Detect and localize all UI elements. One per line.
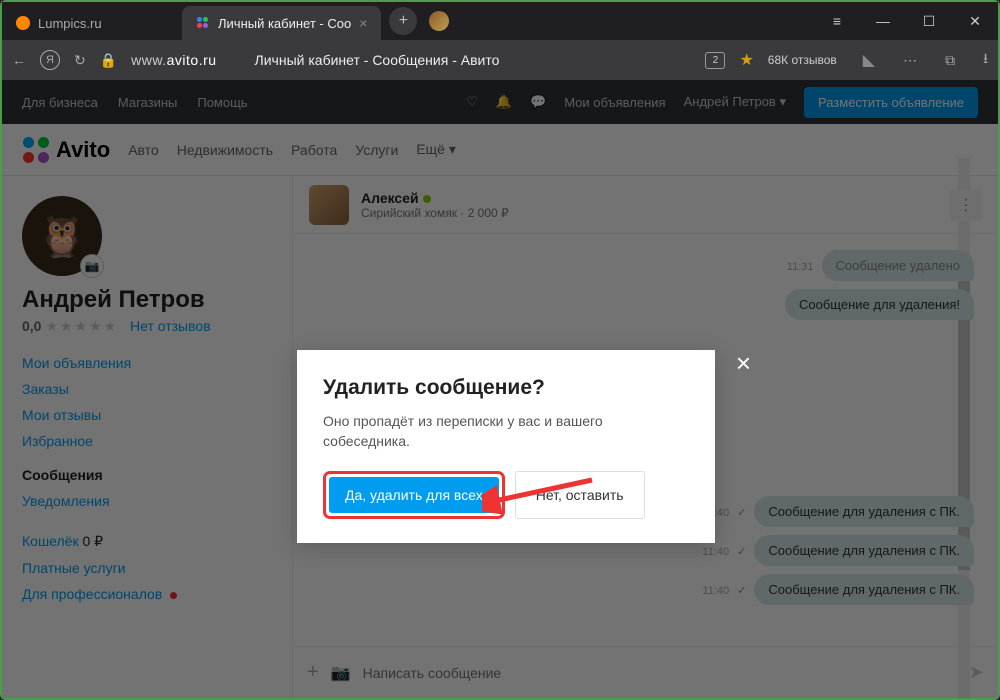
menu-icon[interactable]: ≡ — [814, 2, 860, 40]
tab-label: Lumpics.ru — [38, 16, 102, 31]
reviews-badge[interactable]: 68К отзывов — [768, 53, 837, 67]
profile-avatar-icon[interactable] — [429, 11, 449, 31]
modal-title: Удалить сообщение? — [323, 376, 689, 400]
cancel-button[interactable]: Нет, оставить — [515, 471, 645, 519]
url-text[interactable]: www.avito.ru — [131, 52, 216, 68]
page-content: Для бизнеса Магазины Помощь ♡ 🔔 💬 Мои об… — [2, 80, 998, 698]
highlight-frame: Да, удалить для всех — [323, 471, 505, 519]
tab-lumpics[interactable]: Lumpics.ru — [2, 6, 182, 40]
bookmark-icon[interactable]: ◣ — [863, 50, 875, 70]
close-icon[interactable]: × — [736, 348, 751, 379]
favicon-icon — [196, 16, 210, 30]
lock-icon: 🔒 — [100, 52, 117, 69]
downloads-icon[interactable]: ⭳ — [983, 48, 988, 72]
tab-avito[interactable]: Личный кабинет - Соо × — [182, 6, 381, 40]
address-bar: ← Я ↻ 🔒 www.avito.ru Личный кабинет - Со… — [2, 40, 998, 80]
star-icon: ★ — [739, 50, 753, 70]
new-tab-button[interactable]: + — [389, 7, 417, 35]
browser-titlebar: Lumpics.ru Личный кабинет - Соо × + ≡ ― … — [2, 2, 998, 40]
yandex-icon[interactable]: Я — [40, 50, 60, 70]
minimize-icon[interactable]: ― — [860, 2, 906, 40]
close-icon[interactable]: × — [359, 15, 367, 31]
tab-label: Личный кабинет - Соо — [218, 16, 351, 31]
maximize-icon[interactable]: ☐ — [906, 2, 952, 40]
back-icon[interactable]: ← — [12, 52, 26, 68]
close-window-icon[interactable]: ✕ — [952, 2, 998, 40]
window-controls: ≡ ― ☐ ✕ — [814, 2, 998, 40]
delete-message-modal: × Удалить сообщение? Оно пропадёт из пер… — [297, 350, 715, 543]
modal-body: Оно пропадёт из переписки у вас и вашего… — [323, 412, 689, 451]
extensions-icon[interactable]: ⧉ — [945, 52, 955, 69]
reload-icon[interactable]: ↻ — [74, 52, 86, 69]
page-title: Личный кабинет - Сообщения - Авито — [255, 52, 500, 68]
confirm-delete-button[interactable]: Да, удалить для всех — [329, 477, 499, 513]
more-icon[interactable]: ⋯ — [903, 52, 917, 69]
favicon-icon — [16, 16, 30, 30]
shield-icon[interactable]: 2 — [705, 52, 725, 69]
